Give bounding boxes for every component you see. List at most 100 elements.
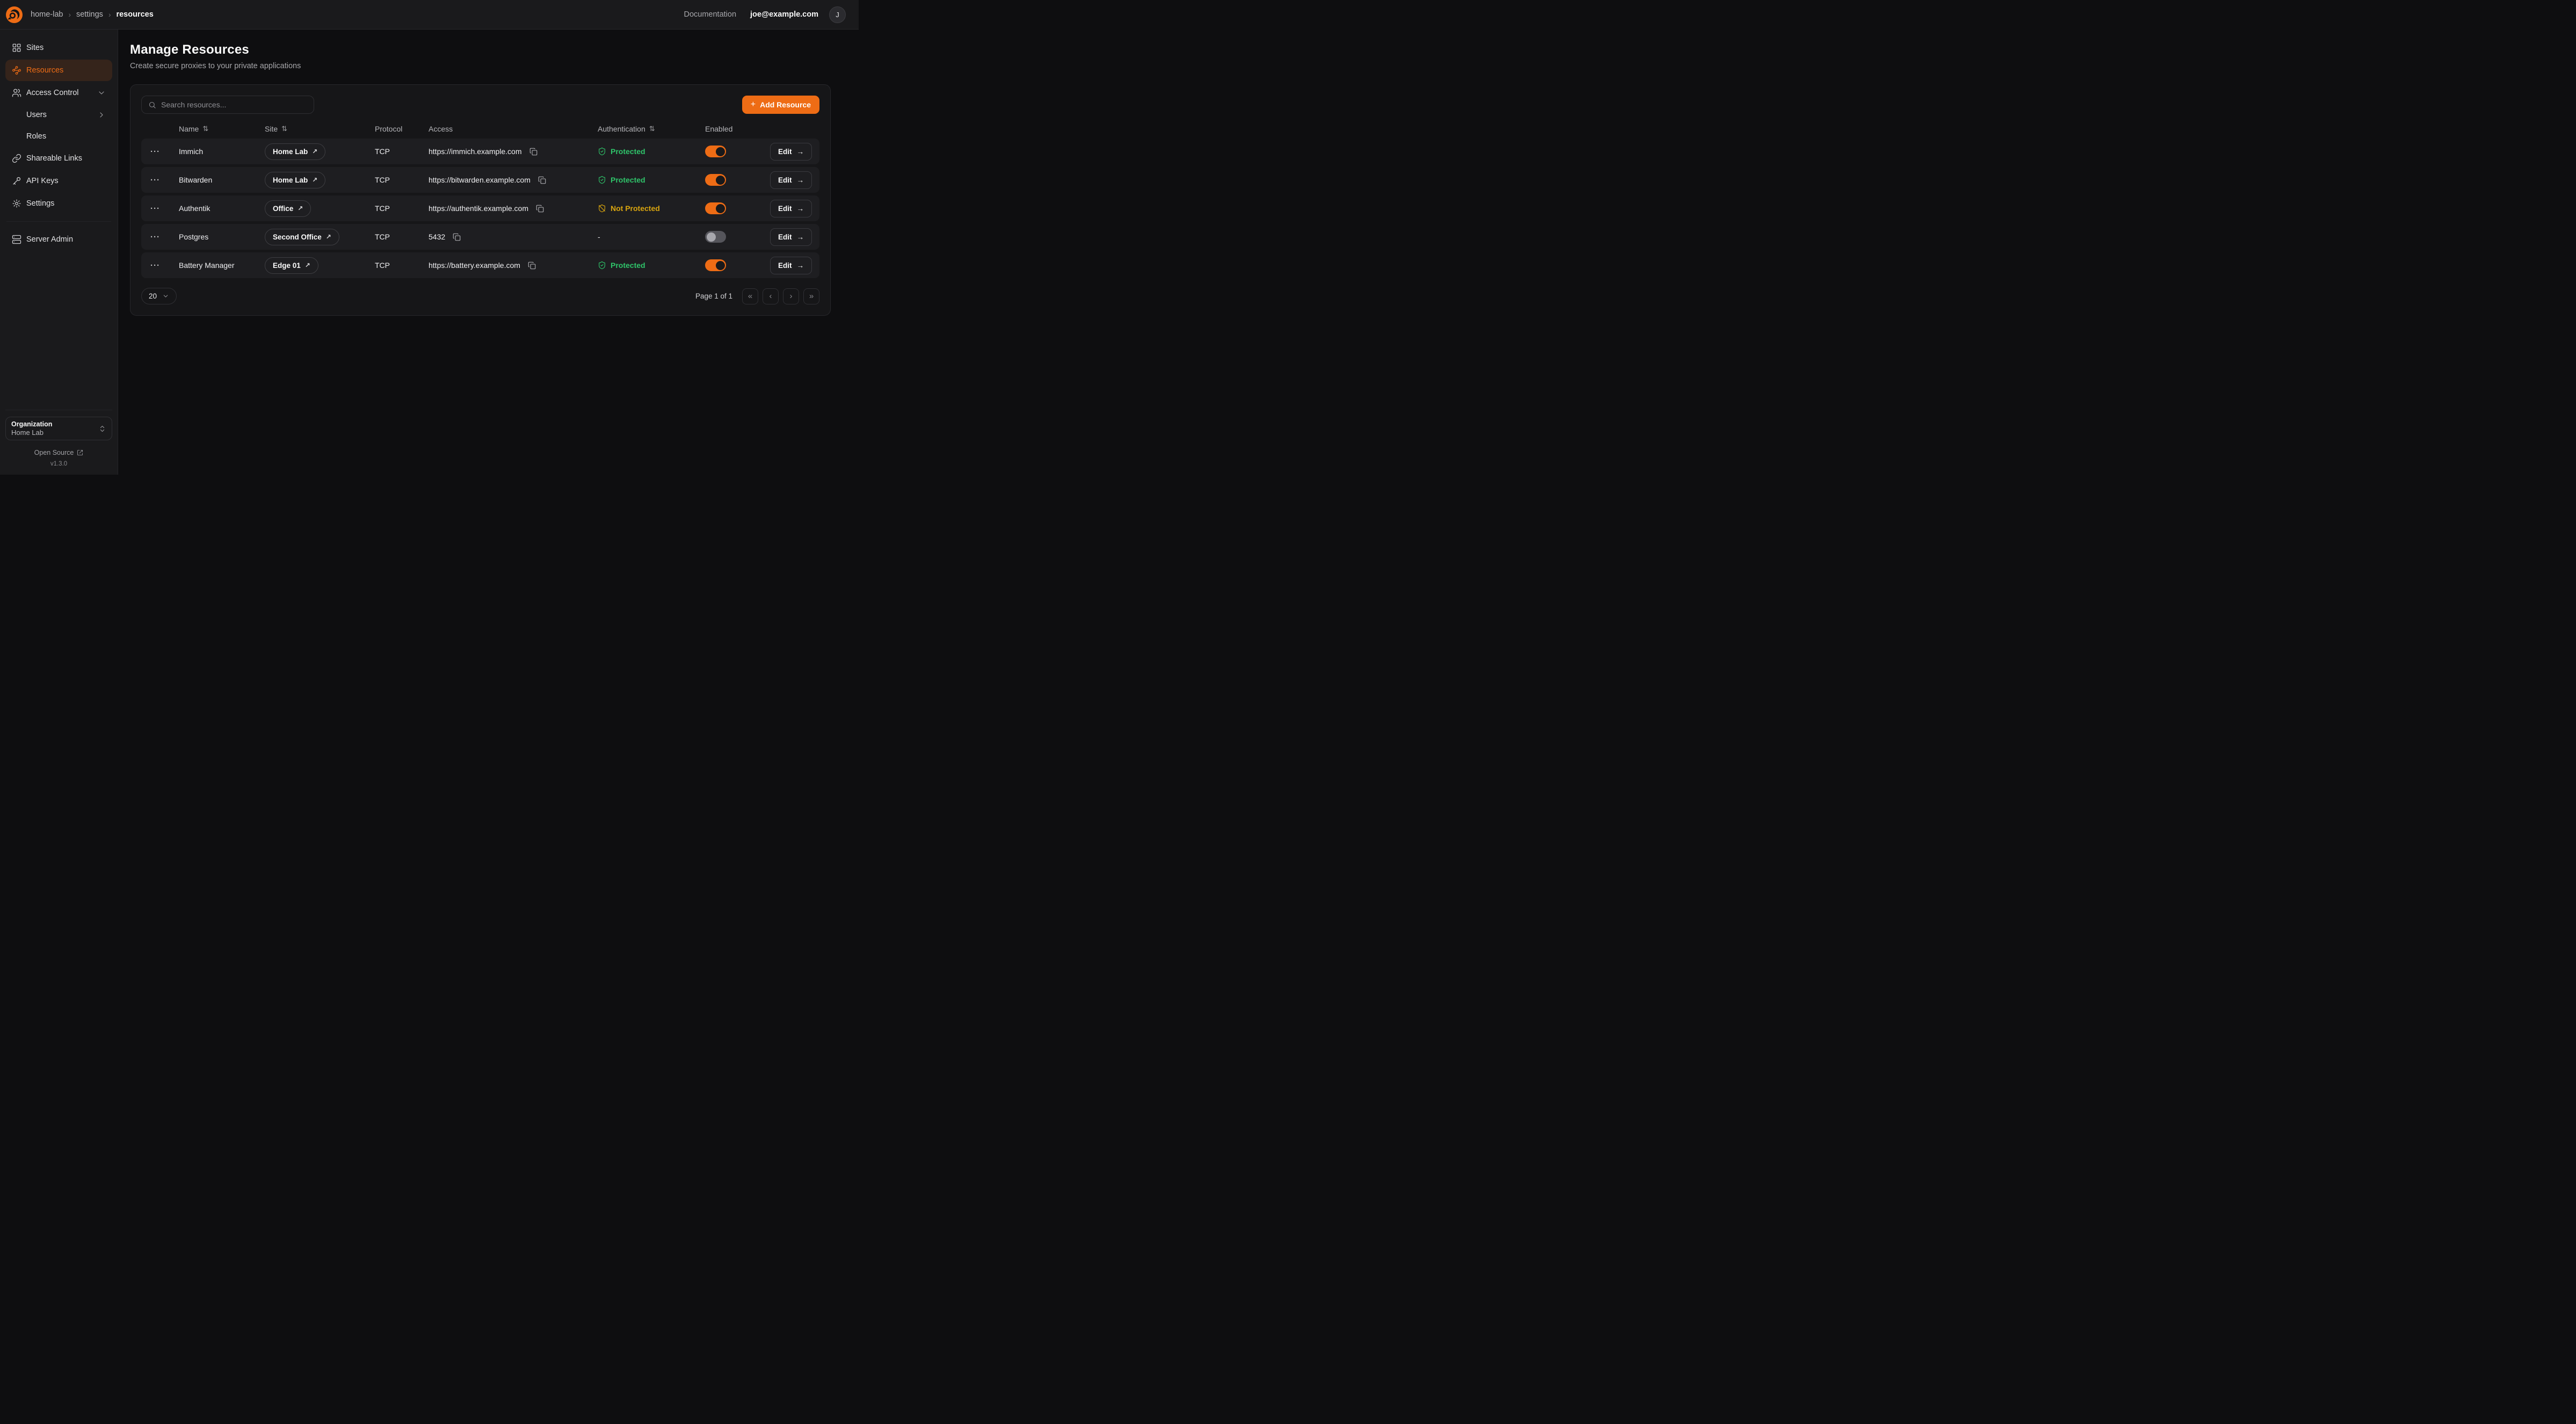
users-icon — [12, 88, 21, 98]
organization-selector[interactable]: Organization Home Lab — [5, 417, 112, 440]
copy-icon[interactable] — [528, 147, 539, 157]
next-page-button[interactable]: › — [783, 288, 799, 304]
page-size-select[interactable]: 20 — [141, 288, 177, 304]
resource-name: Battery Manager — [179, 261, 255, 270]
pangolin-logo — [5, 6, 23, 24]
access-url: https://bitwarden.example.com — [429, 176, 531, 184]
row-menu-button[interactable]: ··· — [147, 172, 163, 188]
auth-status: Protected — [598, 176, 695, 184]
sidebar-item-shareable-links[interactable]: Shareable Links — [5, 148, 112, 169]
edit-button[interactable]: Edit → — [770, 200, 812, 217]
copy-icon[interactable] — [452, 232, 462, 242]
page-title: Manage Resources — [130, 42, 831, 57]
column-header-authentication[interactable]: Authentication ⇅ — [598, 125, 695, 133]
gear-icon — [12, 199, 21, 208]
enabled-toggle[interactable] — [705, 231, 726, 243]
table-row: ··· Authentik Office ↗ TCP https://authe… — [141, 195, 819, 221]
search-box — [141, 96, 314, 114]
breadcrumb-item-settings[interactable]: settings — [76, 10, 103, 19]
edit-button[interactable]: Edit → — [770, 143, 812, 161]
add-resource-button[interactable]: + Add Resource — [742, 96, 819, 114]
column-header-name[interactable]: Name ⇅ — [179, 125, 255, 133]
sidebar-item-roles[interactable]: Roles — [5, 126, 112, 147]
access-url: 5432 — [429, 233, 445, 241]
first-page-button[interactable]: « — [742, 288, 758, 304]
site-link-button[interactable]: Home Lab ↗ — [265, 172, 325, 188]
page-subtitle: Create secure proxies to your private ap… — [130, 62, 831, 70]
sidebar-item-label: Access Control — [26, 89, 79, 97]
enabled-toggle[interactable] — [705, 202, 726, 214]
access-url: https://immich.example.com — [429, 147, 522, 156]
enabled-toggle[interactable] — [705, 174, 726, 186]
auth-status-label: Protected — [611, 176, 645, 184]
sidebar-item-settings[interactable]: Settings — [5, 193, 112, 214]
sidebar-item-label: Roles — [26, 132, 46, 141]
auth-status: Not Protected — [598, 204, 695, 213]
site-name: Edge 01 — [273, 261, 301, 270]
breadcrumb-item-resources: resources — [116, 10, 153, 19]
enabled-toggle[interactable] — [705, 259, 726, 271]
site-link-button[interactable]: Second Office ↗ — [265, 229, 339, 245]
search-input[interactable] — [161, 100, 307, 109]
external-link-icon: ↗ — [305, 261, 310, 269]
sidebar-item-server-admin[interactable]: Server Admin — [5, 229, 112, 250]
sidebar-item-resources[interactable]: Resources — [5, 60, 112, 81]
open-source-link[interactable]: Open Source — [5, 449, 112, 456]
breadcrumb-item-org[interactable]: home-lab — [31, 10, 63, 19]
copy-icon[interactable] — [527, 260, 537, 271]
site-link-button[interactable]: Office ↗ — [265, 200, 311, 217]
shield-check-icon — [598, 147, 606, 156]
edit-button[interactable]: Edit → — [770, 171, 812, 189]
user-email[interactable]: joe@example.com — [750, 10, 818, 19]
resource-name: Postgres — [179, 233, 255, 241]
sidebar-item-sites[interactable]: Sites — [5, 37, 112, 59]
sidebar-item-access-control[interactable]: Access Control — [5, 82, 112, 104]
last-page-button[interactable]: » — [803, 288, 819, 304]
protocol: TCP — [375, 176, 419, 184]
previous-page-button[interactable]: ‹ — [763, 288, 779, 304]
card-toolbar: + Add Resource — [141, 96, 819, 114]
row-menu-button[interactable]: ··· — [147, 201, 163, 216]
sidebar-item-users[interactable]: Users — [5, 105, 112, 125]
sidebar-item-api-keys[interactable]: API Keys — [5, 170, 112, 192]
site-name: Home Lab — [273, 148, 308, 156]
auth-status-label: Protected — [611, 261, 645, 270]
link-icon — [12, 154, 21, 163]
open-source-label: Open Source — [34, 449, 74, 456]
sidebar-item-label: API Keys — [26, 177, 59, 185]
edit-button[interactable]: Edit → — [770, 257, 812, 274]
sidebar-item-label: Sites — [26, 43, 43, 52]
site-link-button[interactable]: Home Lab ↗ — [265, 143, 325, 160]
copy-icon[interactable] — [537, 175, 547, 185]
row-menu-button[interactable]: ··· — [147, 229, 163, 245]
avatar[interactable]: J — [829, 6, 846, 23]
access-url: https://authentik.example.com — [429, 204, 528, 213]
protocol: TCP — [375, 261, 419, 270]
search-icon — [148, 101, 156, 109]
column-header-enabled: Enabled — [705, 125, 768, 133]
enabled-toggle[interactable] — [705, 146, 726, 157]
documentation-link[interactable]: Documentation — [684, 10, 737, 19]
protocol: TCP — [375, 147, 419, 156]
waypoints-icon — [12, 66, 21, 75]
auth-status-label: Not Protected — [611, 204, 660, 213]
breadcrumb-separator: › — [108, 11, 111, 19]
row-menu-button[interactable]: ··· — [147, 258, 163, 273]
table-header: Name ⇅ Site ⇅ Protocol Access Authentica… — [141, 125, 819, 133]
auth-status-label: Protected — [611, 147, 645, 156]
key-icon — [12, 176, 21, 186]
external-link-icon — [77, 449, 83, 456]
row-menu-button[interactable]: ··· — [147, 144, 163, 159]
table-row: ··· Immich Home Lab ↗ TCP https://immich… — [141, 139, 819, 164]
column-header-site[interactable]: Site ⇅ — [265, 125, 365, 133]
arrow-right-icon: → — [797, 205, 804, 213]
external-link-icon: ↗ — [312, 148, 317, 155]
column-header-access: Access — [429, 125, 588, 133]
arrow-right-icon: → — [797, 176, 804, 184]
site-link-button[interactable]: Edge 01 ↗ — [265, 257, 318, 274]
breadcrumb-separator: › — [68, 11, 71, 19]
edit-button[interactable]: Edit → — [770, 228, 812, 246]
access-cell: https://immich.example.com — [429, 147, 588, 157]
sidebar-item-label: Server Admin — [26, 235, 73, 244]
copy-icon[interactable] — [535, 204, 545, 214]
